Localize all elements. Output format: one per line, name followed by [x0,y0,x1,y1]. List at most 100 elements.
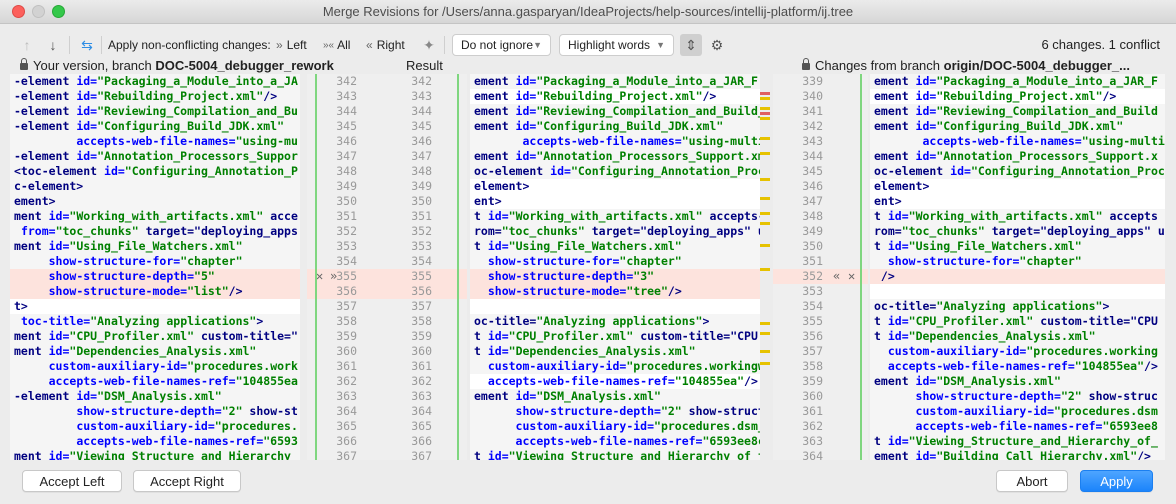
code-token: ment [14,449,49,460]
apply-all-button[interactable]: »« All [323,30,350,60]
line-number: 362 [802,419,823,433]
code-token: id= [550,164,571,178]
code-token: -element [14,149,77,163]
line-number: 340 [802,89,823,103]
apply-right-button[interactable]: « Right [366,30,405,60]
change-marker[interactable] [760,268,770,271]
code-line: accepts-web-file-names-ref="6593ee8c" [470,434,760,449]
code-token: ment [14,239,49,253]
reject-change-icon[interactable]: ✕ [848,269,855,284]
code-token: "Dependencies_Analysis.xml" [908,329,1096,343]
code-token: oc-element [474,164,551,178]
change-marker[interactable] [760,152,770,155]
accept-change-icon[interactable]: » [330,269,337,284]
code-line: show-structure-depth="2" show-st [10,404,300,419]
code-token: custom-title="CPU F [633,329,760,343]
accept-right-button[interactable]: Accept Right [133,470,241,492]
left-editor[interactable]: -element id="Packaging_a_Module_into_a_J… [10,74,300,460]
code-line: toc-title="Analyzing applications"> [10,314,300,329]
abort-button[interactable]: Abort [996,470,1068,492]
change-marker[interactable] [760,112,770,115]
gutter-row: 352 « ✕ [773,269,868,284]
code-token: "chapter" [1019,254,1082,268]
code-token: id= [76,149,98,163]
previous-change-icon[interactable]: ↑ [16,34,38,56]
code-token: show-structu [688,404,760,418]
code-token: id= [487,239,509,253]
code-line: accepts-web-file-names-ref="6593ee8 [870,419,1165,434]
code-token: accepts-web-file-names-ref= [48,374,236,388]
change-marker[interactable] [760,117,770,120]
code-token: show-structure-for= [887,254,1020,268]
change-marker[interactable] [760,97,770,100]
change-marker[interactable] [760,332,770,335]
code-token: "procedures.dsm [1054,404,1158,418]
code-line: show-structure-depth="2" show-structu [470,404,760,419]
apply-button[interactable]: Apply [1080,470,1153,492]
code-token: ement [874,104,916,118]
gear-icon[interactable]: ⚙ [706,34,728,56]
code-line: ement id="Packaging_a_Module_into_a_JAR_… [470,74,760,89]
code-token: toc-title= [20,314,91,328]
code-line: t id="CPU_Profiler.xml" custom-title="CP… [470,329,760,344]
change-marker[interactable] [760,362,770,365]
sync-scroll-toggle-icon[interactable]: ⇕ [680,34,702,56]
line-number: 357 [336,299,357,313]
ignore-whitespace-dropdown[interactable]: Do not ignore ▼ [452,34,551,56]
change-marker[interactable] [760,197,770,200]
code-token: custom-title=" [194,329,298,343]
gutter-row: 349 [773,224,868,239]
line-number: 367 [336,449,357,463]
change-marker[interactable] [760,350,770,353]
line-number: 350 [336,194,357,208]
ignore-whitespace-value: Do not ignore [461,38,534,52]
change-marker[interactable] [760,137,770,140]
change-marker[interactable] [760,212,770,215]
resolve-conflicts-icon[interactable]: ⇆ [76,34,98,56]
gutter-row: 356 356 [307,284,467,299]
gutter-row: 357 357 [307,299,467,314]
gutter-row: 362 362 [307,374,467,389]
line-number: 343 [411,89,432,103]
code-token: id= [48,344,70,358]
line-number: 365 [411,419,432,433]
result-editor[interactable]: ement id="Packaging_a_Module_into_a_JAR_… [470,74,760,460]
change-marker[interactable] [760,92,770,95]
code-token: /> [1144,359,1158,373]
code-token: -element [14,104,77,118]
code-token: accepts-web-file-names-ref= [915,419,1103,433]
code-token: id= [48,329,70,343]
code-token: show-st [242,404,298,418]
code-line: ement id="Annotation_Processors_Support.… [470,149,760,164]
code-token: "Building_Call_Hierarchy.xml" [936,449,1138,460]
apply-left-button[interactable]: » Left [276,30,307,60]
accept-change-icon[interactable]: « [833,269,840,284]
code-token: id= [915,374,937,388]
magic-resolve-icon[interactable]: ✦ [418,34,440,56]
change-marker[interactable] [760,178,770,181]
reject-change-icon[interactable]: ✕ [316,269,323,284]
code-line: custom-auxiliary-id="procedures.dsm [870,404,1165,419]
code-token: ment [14,344,49,358]
code-token: target="deploying_apps" u [984,224,1165,238]
change-marker[interactable] [760,322,770,325]
gutter-row: 353 [773,284,868,299]
accept-left-button[interactable]: Accept Left [22,470,122,492]
next-change-icon[interactable]: ↓ [42,34,64,56]
code-token: "CPU_Profiler.xml" [908,314,1034,328]
line-number: 350 [802,239,823,253]
right-editor[interactable]: ement id="Packaging_a_Module_into_a_JAR_… [870,74,1165,460]
gutter-row: 355 [773,314,868,329]
line-number: 351 [336,209,357,223]
change-marker[interactable] [760,244,770,247]
code-token: -element [14,389,77,403]
gutter-row: 358 [773,359,868,374]
change-marker[interactable] [760,107,770,110]
highlight-mode-dropdown[interactable]: Highlight words ▼ [559,34,674,56]
change-marker[interactable] [760,222,770,225]
code-line: <toc-element id="Configuring_Annotation_… [10,164,300,179]
code-token: accepts-web-file-names= [922,134,1082,148]
